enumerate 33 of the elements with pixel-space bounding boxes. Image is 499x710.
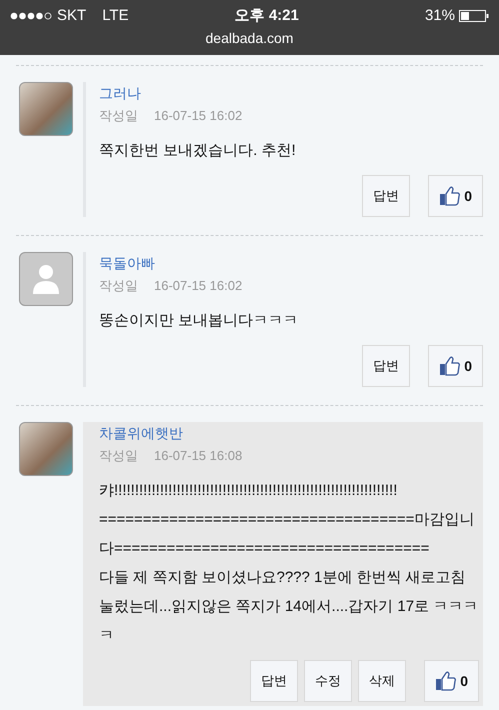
comment-text: 캬!!!!!!!!!!!!!!!!!!!!!!!!!!!!!!!!!!!!!!!!!!!!!!!!!!!!!!!!!!!!!!!!!!!! ====================================마감입니다==================================== 다들 제 쪽지함 보이셨나요???? 1분에 한번씩 새로고침 눌렀는데...읽지않은 쪽지가 14에서....갑자기 17로 ㅋㅋㅋㅋ xyxy=(99,481,479,646)
avatar-photo-placeholder xyxy=(19,422,73,476)
person-silhouette-icon xyxy=(33,264,59,294)
post-date: 16-07-15 16:02 xyxy=(154,278,242,293)
post-date: 16-07-15 16:02 xyxy=(154,108,242,123)
action-button[interactable]: 삭제 xyxy=(358,660,406,702)
like-button[interactable]: 0 xyxy=(428,175,483,217)
page-url: dealbada.com xyxy=(206,30,294,46)
action-button[interactable]: 답변 xyxy=(362,345,410,387)
battery-icon xyxy=(458,10,489,22)
thumbs-up-icon xyxy=(435,671,458,691)
network-type: LTE xyxy=(102,6,129,26)
thumbs-up-icon xyxy=(439,186,462,206)
carrier-name: SKT xyxy=(57,6,86,26)
action-button[interactable]: 답변 xyxy=(250,660,298,702)
battery-percent: 31% xyxy=(424,6,455,26)
avatar-photo-placeholder xyxy=(19,82,73,136)
clock: 오후 4:21 xyxy=(234,6,300,26)
post-date: 16-07-15 16:08 xyxy=(154,448,242,463)
like-button[interactable]: 0 xyxy=(424,660,479,702)
action-button[interactable]: 답변 xyxy=(362,175,410,217)
comment-text: 똥손이지만 보내봅니다ㅋㅋㅋ xyxy=(99,311,300,331)
date-label: 작성일 xyxy=(99,448,138,463)
signal-icon xyxy=(10,12,53,20)
author-name[interactable]: 그러나 xyxy=(99,85,141,101)
author-name[interactable]: 묵돌아빠 xyxy=(99,255,155,271)
date-label: 작성일 xyxy=(99,278,138,293)
like-button[interactable]: 0 xyxy=(428,345,483,387)
comment-text: 쪽지한번 보내겠습니다. 추천! xyxy=(99,141,297,161)
thumbs-up-icon xyxy=(439,356,462,376)
action-button[interactable]: 수정 xyxy=(304,660,352,702)
date-label: 작성일 xyxy=(99,108,138,123)
author-name[interactable]: 차콜위에햇반 xyxy=(99,425,183,441)
